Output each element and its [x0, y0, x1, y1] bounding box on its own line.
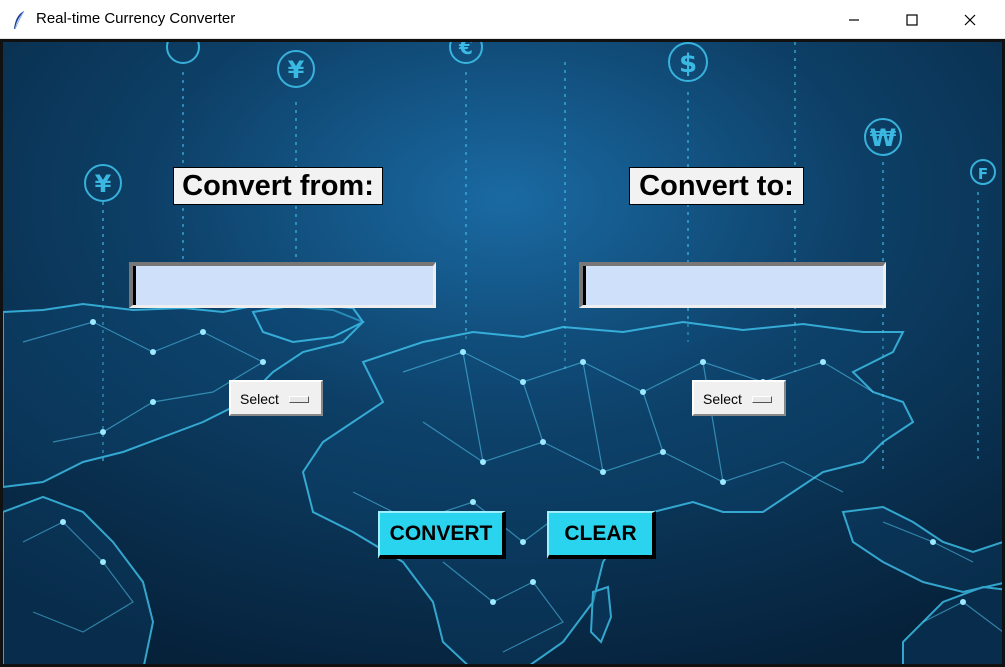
convert-to-input[interactable]: [583, 266, 883, 305]
title-bar: Real-time Currency Converter: [0, 0, 1005, 39]
minimize-button[interactable]: [831, 0, 877, 39]
svg-text:₩: ₩: [870, 124, 897, 152]
close-icon: [964, 14, 976, 25]
minimize-icon: [849, 18, 859, 21]
world-map-background: ¥ $ ₩ ¥ € F: [3, 42, 1002, 664]
svg-text:$: $: [679, 49, 697, 79]
to-currency-select[interactable]: Select: [692, 380, 786, 416]
maximize-button[interactable]: [889, 0, 935, 39]
convert-from-input[interactable]: [133, 266, 433, 305]
convert-button[interactable]: CONVERT: [378, 511, 506, 559]
converter-canvas: ¥ $ ₩ ¥ € F Convert from: Convert to: Se…: [0, 39, 1005, 667]
option-menu-indicator-icon: [289, 396, 309, 403]
convert-from-entry[interactable]: [129, 262, 436, 308]
svg-text:¥: ¥: [95, 170, 112, 198]
window-title: Real-time Currency Converter: [36, 10, 236, 27]
to-currency-select-label: Select: [703, 391, 742, 407]
from-currency-select[interactable]: Select: [229, 380, 323, 416]
from-currency-select-label: Select: [240, 391, 279, 407]
svg-text:¥: ¥: [288, 56, 305, 84]
convert-from-label: Convert from:: [173, 167, 383, 205]
feather-icon: [14, 10, 25, 30]
clear-button[interactable]: CLEAR: [547, 511, 656, 559]
maximize-icon: [906, 13, 918, 26]
option-menu-indicator-icon: [752, 396, 772, 403]
convert-to-label: Convert to:: [629, 167, 804, 205]
svg-text:€: €: [458, 42, 473, 59]
svg-text:F: F: [978, 165, 988, 183]
close-button[interactable]: [947, 0, 993, 39]
convert-to-entry[interactable]: [579, 262, 886, 308]
